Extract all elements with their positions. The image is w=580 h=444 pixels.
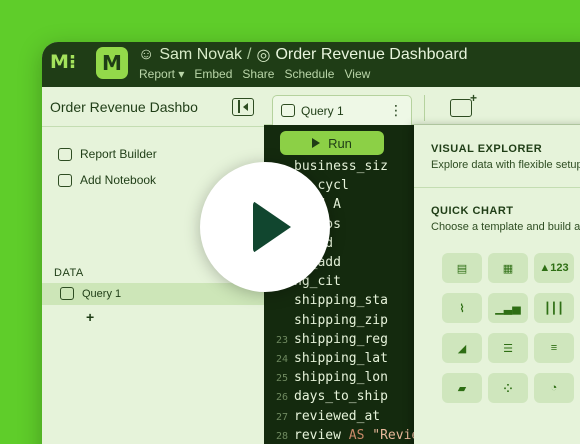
code-line[interactable]: 28 review AS "Review", bbox=[264, 428, 414, 444]
panel-divider bbox=[414, 187, 580, 188]
more-options-icon[interactable]: ⋮ bbox=[389, 102, 403, 119]
sidebar-item-add-notebook[interactable]: Add Notebook bbox=[58, 171, 156, 189]
tab-divider bbox=[424, 95, 425, 121]
add-query-button[interactable]: + bbox=[86, 309, 94, 325]
sidebar-item-query-1[interactable]: Query 1 bbox=[42, 283, 264, 305]
menu-report[interactable]: Report ▾ bbox=[139, 67, 184, 81]
run-icon bbox=[312, 138, 321, 148]
menu-bar: Report ▾ Embed Share Schedule View bbox=[139, 67, 370, 81]
visual-explorer-panel: VISUAL EXPLORER Explore data with flexib… bbox=[414, 125, 580, 444]
code-line[interactable]: 24 shipping_lat bbox=[264, 351, 414, 370]
gantt-icon[interactable]: ☰ bbox=[488, 333, 528, 363]
list-icon[interactable]: ≡ bbox=[534, 333, 574, 363]
line-number: 28 bbox=[275, 430, 288, 442]
query-icon bbox=[60, 287, 74, 300]
line-number: 27 bbox=[275, 411, 288, 423]
breadcrumb-user[interactable]: Sam Novak bbox=[159, 46, 242, 64]
code-text: business_siz bbox=[294, 159, 388, 174]
top-bar: M⁝ M ☺ Sam Novak / ◎ Order Revenue Dashb… bbox=[42, 42, 580, 87]
area-chart-icon[interactable]: ◢ bbox=[442, 333, 482, 363]
line-number: 23 bbox=[275, 334, 288, 346]
play-icon[interactable] bbox=[200, 162, 330, 292]
code-line[interactable]: 23 shipping_reg bbox=[264, 332, 414, 351]
quick-chart-subtitle: Choose a template and build a bbox=[431, 221, 580, 233]
code-line[interactable]: 25 shipping_lon bbox=[264, 370, 414, 389]
column-chart-icon[interactable]: ┃┃┃ bbox=[534, 293, 574, 323]
query-tab-icon bbox=[281, 104, 295, 117]
explorer-title: VISUAL EXPLORER bbox=[431, 143, 543, 155]
table-icon[interactable]: ▤ bbox=[442, 253, 482, 283]
code-line[interactable]: shipping_sta bbox=[264, 293, 414, 312]
query-icon: ◎ bbox=[256, 47, 271, 64]
code-text: reviewed_at bbox=[294, 408, 381, 424]
page-title[interactable]: Order Revenue Dashboard bbox=[275, 46, 467, 64]
tab-bar: Query 1 ⋮ bbox=[264, 87, 580, 125]
breadcrumb-separator: / bbox=[247, 46, 252, 63]
user-icon: ☺ bbox=[138, 46, 155, 63]
code-text: shipping_zip bbox=[294, 312, 388, 328]
notebook-icon bbox=[58, 173, 72, 187]
pivot-icon[interactable]: ▦ bbox=[488, 253, 528, 283]
code-line[interactable]: shipping_zip bbox=[264, 313, 414, 332]
workspace-badge[interactable]: M bbox=[96, 47, 128, 79]
run-label: Run bbox=[328, 135, 352, 151]
code-text: shipping_lat bbox=[294, 351, 388, 366]
report-builder-icon bbox=[58, 147, 72, 161]
sidebar-item-label: Add Notebook bbox=[80, 173, 157, 187]
pie-icon[interactable]: ◔ bbox=[534, 373, 574, 403]
menu-embed[interactable]: Embed bbox=[194, 67, 232, 81]
tab-label: Query 1 bbox=[301, 103, 344, 118]
bar-chart-icon[interactable]: ▁▃▅ bbox=[488, 293, 528, 323]
menu-view[interactable]: View bbox=[344, 67, 370, 81]
breadcrumb: ☺ Sam Novak / ◎ Order Revenue Dashboard bbox=[138, 45, 468, 65]
add-visual-explorer-icon[interactable] bbox=[450, 91, 477, 117]
collapse-sidebar-icon[interactable] bbox=[232, 98, 254, 116]
area-filled-icon[interactable]: ▰ bbox=[442, 373, 482, 403]
data-section-heading: DATA bbox=[54, 267, 84, 279]
menu-schedule[interactable]: Schedule bbox=[284, 67, 334, 81]
code-text: shipping_reg bbox=[294, 331, 388, 347]
code-line[interactable]: 27 reviewed_at bbox=[264, 409, 414, 428]
line-chart-icon[interactable]: ⌇ bbox=[442, 293, 482, 323]
code-text: shipping_sta bbox=[294, 293, 388, 309]
run-button[interactable]: Run bbox=[280, 131, 384, 155]
quick-chart-title: QUICK CHART bbox=[431, 205, 514, 217]
sidebar-item-label: Query 1 bbox=[82, 287, 122, 300]
tab-query-1[interactable]: Query 1 ⋮ bbox=[272, 95, 412, 125]
sidebar-title: Order Revenue Dashbo bbox=[50, 99, 198, 115]
code-line[interactable]: 26 days_to_ship bbox=[264, 389, 414, 408]
sidebar-header: Order Revenue Dashbo bbox=[42, 87, 264, 127]
scatter-icon[interactable]: ⁘ bbox=[488, 373, 528, 403]
line-number: 24 bbox=[275, 354, 288, 365]
sidebar-item-report-builder[interactable]: Report Builder bbox=[58, 145, 157, 163]
menu-share[interactable]: Share bbox=[242, 67, 274, 81]
code-text: shipping_lon bbox=[294, 370, 388, 386]
logo[interactable]: M⁝ bbox=[50, 51, 80, 73]
kpi-icon[interactable]: ▲123 bbox=[534, 253, 574, 283]
code-text: review AS "Review", bbox=[294, 427, 414, 443]
code-text: days_to_ship bbox=[294, 389, 388, 405]
explorer-subtitle: Explore data with flexible setup bbox=[431, 159, 580, 171]
line-number: 26 bbox=[275, 392, 288, 404]
sidebar-item-label: Report Builder bbox=[80, 147, 157, 161]
line-number: 25 bbox=[275, 373, 288, 385]
